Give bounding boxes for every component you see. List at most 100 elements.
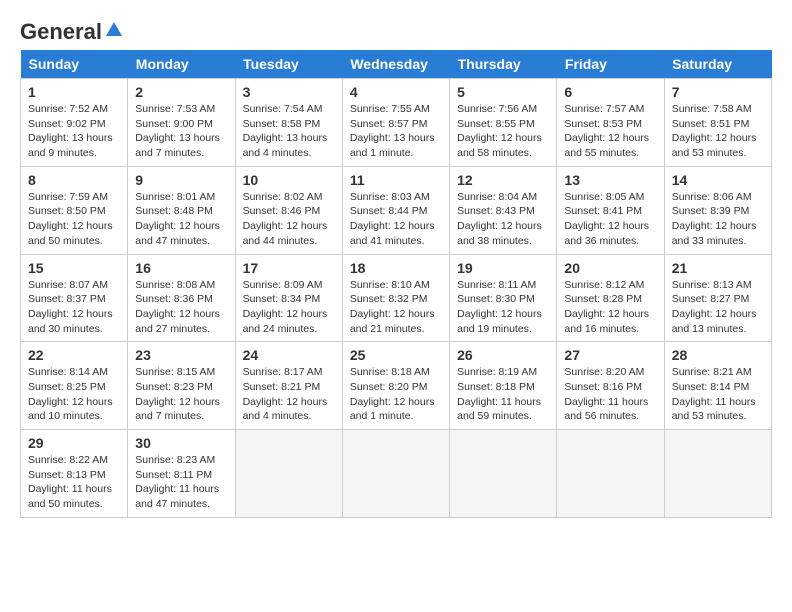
cell-info: Sunrise: 8:05 AMSunset: 8:41 PMDaylight:… [564, 190, 656, 249]
calendar-cell: 18 Sunrise: 8:10 AMSunset: 8:32 PMDayligh… [342, 254, 449, 342]
calendar-cell: 19Sunrise: 8:11 AMSunset: 8:30 PMDayligh… [450, 254, 557, 342]
cell-info: Sunrise: 8:23 AMSunset: 8:11 PMDaylight:… [135, 453, 227, 512]
cell-info: Sunrise: 8:11 AMSunset: 8:30 PMDaylight:… [457, 278, 549, 337]
cell-info: Sunrise: 8:03 AMSunset: 8:44 PMDaylight:… [350, 190, 442, 249]
day-number: 4 [350, 84, 442, 100]
day-number: 20 [564, 260, 656, 276]
cell-info: Sunrise: 8:07 AMSunset: 8:37 PMDaylight:… [28, 278, 120, 337]
cell-info: Sunrise: 7:58 AMSunset: 8:51 PMDaylight:… [672, 102, 764, 161]
day-number: 2 [135, 84, 227, 100]
day-number: 25 [350, 347, 442, 363]
calendar-cell: 27 Sunrise: 8:20 AMSunset: 8:16 PMDayligh… [557, 342, 664, 430]
logo-general: General [20, 21, 102, 43]
calendar-cell [235, 430, 342, 518]
day-number: 14 [672, 172, 764, 188]
day-number: 18 [350, 260, 442, 276]
day-number: 26 [457, 347, 549, 363]
cell-info: Sunrise: 7:53 AMSunset: 9:00 PMDaylight:… [135, 102, 227, 161]
cell-info: Sunrise: 8:19 AMSunset: 8:18 PMDaylight:… [457, 365, 549, 424]
cell-info: Sunrise: 8:10 AMSunset: 8:32 PMDaylight:… [350, 278, 442, 337]
calendar-week-5: 29 Sunrise: 8:22 AMSunset: 8:13 PMDayligh… [21, 430, 772, 518]
cell-info: Sunrise: 8:22 AMSunset: 8:13 PMDaylight:… [28, 453, 120, 512]
day-number: 7 [672, 84, 764, 100]
day-number: 28 [672, 347, 764, 363]
cell-info: Sunrise: 8:20 AMSunset: 8:16 PMDaylight:… [564, 365, 656, 424]
calendar-week-4: 22 Sunrise: 8:14 AMSunset: 8:25 PMDayligh… [21, 342, 772, 430]
day-number: 27 [564, 347, 656, 363]
cell-info: Sunrise: 8:06 AMSunset: 8:39 PMDaylight:… [672, 190, 764, 249]
calendar-table: SundayMondayTuesdayWednesdayThursdayFrid… [20, 50, 772, 518]
calendar-cell: 5 Sunrise: 7:56 AMSunset: 8:55 PMDaylight… [450, 79, 557, 167]
cell-info: Sunrise: 8:15 AMSunset: 8:23 PMDaylight:… [135, 365, 227, 424]
cell-info: Sunrise: 7:52 AMSunset: 9:02 PMDaylight:… [28, 102, 120, 161]
cell-info: Sunrise: 8:08 AMSunset: 8:36 PMDaylight:… [135, 278, 227, 337]
cell-info: Sunrise: 8:21 AMSunset: 8:14 PMDaylight:… [672, 365, 764, 424]
calendar-cell [557, 430, 664, 518]
calendar-cell [450, 430, 557, 518]
cell-info: Sunrise: 8:04 AMSunset: 8:43 PMDaylight:… [457, 190, 549, 249]
cell-info: Sunrise: 7:56 AMSunset: 8:55 PMDaylight:… [457, 102, 549, 161]
logo: General [20, 20, 124, 40]
calendar-week-3: 15 Sunrise: 8:07 AMSunset: 8:37 PMDayligh… [21, 254, 772, 342]
calendar-cell: 11 Sunrise: 8:03 AMSunset: 8:44 PMDayligh… [342, 166, 449, 254]
calendar-week-2: 8 Sunrise: 7:59 AMSunset: 8:50 PMDaylight… [21, 166, 772, 254]
day-header-tuesday: Tuesday [235, 50, 342, 79]
day-number: 11 [350, 172, 442, 188]
day-number: 5 [457, 84, 549, 100]
day-header-saturday: Saturday [664, 50, 771, 79]
day-number: 24 [243, 347, 335, 363]
day-number: 1 [28, 84, 120, 100]
calendar-cell: 10Sunrise: 8:02 AMSunset: 8:46 PMDayligh… [235, 166, 342, 254]
day-number: 12 [457, 172, 549, 188]
calendar-cell: 29 Sunrise: 8:22 AMSunset: 8:13 PMDayligh… [21, 430, 128, 518]
calendar-cell: 8 Sunrise: 7:59 AMSunset: 8:50 PMDaylight… [21, 166, 128, 254]
day-number: 15 [28, 260, 120, 276]
calendar-cell: 17Sunrise: 8:09 AMSunset: 8:34 PMDayligh… [235, 254, 342, 342]
day-number: 13 [564, 172, 656, 188]
calendar-week-1: 1 Sunrise: 7:52 AMSunset: 9:02 PMDaylight… [21, 79, 772, 167]
calendar-cell: 23Sunrise: 8:15 AMSunset: 8:23 PMDayligh… [128, 342, 235, 430]
calendar-cell: 9Sunrise: 8:01 AMSunset: 8:48 PMDaylight… [128, 166, 235, 254]
cell-info: Sunrise: 7:55 AMSunset: 8:57 PMDaylight:… [350, 102, 442, 161]
day-number: 6 [564, 84, 656, 100]
day-header-wednesday: Wednesday [342, 50, 449, 79]
cell-info: Sunrise: 7:59 AMSunset: 8:50 PMDaylight:… [28, 190, 120, 249]
cell-info: Sunrise: 8:18 AMSunset: 8:20 PMDaylight:… [350, 365, 442, 424]
calendar-cell: 2 Sunrise: 7:53 AMSunset: 9:00 PMDaylight… [128, 79, 235, 167]
calendar-cell: 20Sunrise: 8:12 AMSunset: 8:28 PMDayligh… [557, 254, 664, 342]
calendar-cell: 22 Sunrise: 8:14 AMSunset: 8:25 PMDayligh… [21, 342, 128, 430]
day-header-monday: Monday [128, 50, 235, 79]
day-header-thursday: Thursday [450, 50, 557, 79]
calendar-cell: 30Sunrise: 8:23 AMSunset: 8:11 PMDayligh… [128, 430, 235, 518]
day-number: 29 [28, 435, 120, 451]
calendar-cell: 24 Sunrise: 8:17 AMSunset: 8:21 PMDayligh… [235, 342, 342, 430]
calendar-cell: 1 Sunrise: 7:52 AMSunset: 9:02 PMDaylight… [21, 79, 128, 167]
calendar-cell: 16 Sunrise: 8:08 AMSunset: 8:36 PMDayligh… [128, 254, 235, 342]
cell-info: Sunrise: 7:54 AMSunset: 8:58 PMDaylight:… [243, 102, 335, 161]
day-number: 8 [28, 172, 120, 188]
day-number: 16 [135, 260, 227, 276]
calendar-cell: 26 Sunrise: 8:19 AMSunset: 8:18 PMDayligh… [450, 342, 557, 430]
cell-info: Sunrise: 7:57 AMSunset: 8:53 PMDaylight:… [564, 102, 656, 161]
calendar-cell: 6 Sunrise: 7:57 AMSunset: 8:53 PMDaylight… [557, 79, 664, 167]
day-header-sunday: Sunday [21, 50, 128, 79]
calendar-cell: 4 Sunrise: 7:55 AMSunset: 8:57 PMDaylight… [342, 79, 449, 167]
cell-info: Sunrise: 8:09 AMSunset: 8:34 PMDaylight:… [243, 278, 335, 337]
calendar-cell: 12 Sunrise: 8:04 AMSunset: 8:43 PMDayligh… [450, 166, 557, 254]
day-number: 22 [28, 347, 120, 363]
day-number: 9 [135, 172, 227, 188]
cell-info: Sunrise: 8:14 AMSunset: 8:25 PMDaylight:… [28, 365, 120, 424]
cell-info: Sunrise: 8:17 AMSunset: 8:21 PMDaylight:… [243, 365, 335, 424]
calendar-cell: 25 Sunrise: 8:18 AMSunset: 8:20 PMDayligh… [342, 342, 449, 430]
day-number: 3 [243, 84, 335, 100]
calendar-cell: 14 Sunrise: 8:06 AMSunset: 8:39 PMDayligh… [664, 166, 771, 254]
calendar-cell: 3 Sunrise: 7:54 AMSunset: 8:58 PMDaylight… [235, 79, 342, 167]
calendar-cell [342, 430, 449, 518]
calendar-cell [664, 430, 771, 518]
calendar-cell: 21Sunrise: 8:13 AMSunset: 8:27 PMDayligh… [664, 254, 771, 342]
calendar-header-row: SundayMondayTuesdayWednesdayThursdayFrid… [21, 50, 772, 79]
logo-icon [104, 20, 124, 40]
cell-info: Sunrise: 8:13 AMSunset: 8:27 PMDaylight:… [672, 278, 764, 337]
day-number: 10 [243, 172, 335, 188]
calendar-cell: 13 Sunrise: 8:05 AMSunset: 8:41 PMDayligh… [557, 166, 664, 254]
